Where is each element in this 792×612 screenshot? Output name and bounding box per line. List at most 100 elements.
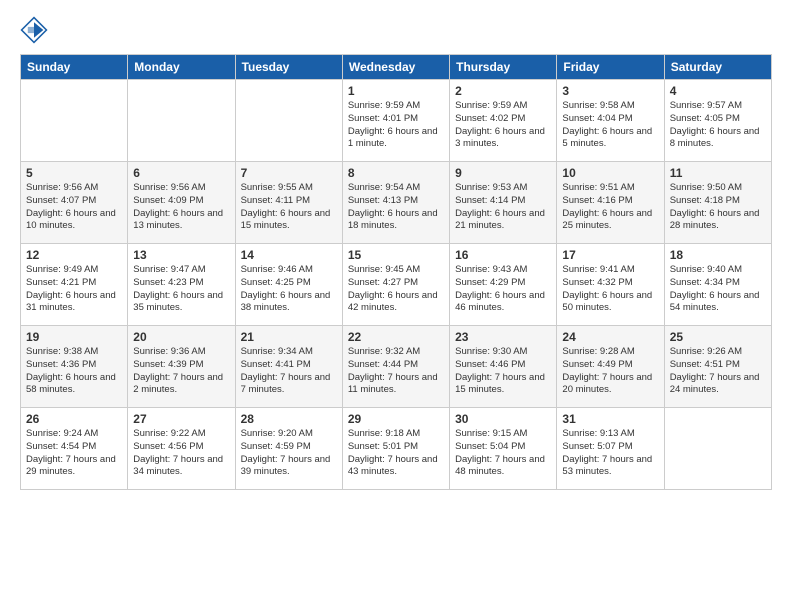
day-header-saturday: Saturday <box>664 55 771 80</box>
calendar-week-4: 19Sunrise: 9:38 AM Sunset: 4:36 PM Dayli… <box>21 326 772 408</box>
day-info: Sunrise: 9:58 AM Sunset: 4:04 PM Dayligh… <box>562 100 658 151</box>
day-number: 10 <box>562 166 658 180</box>
calendar-week-2: 5 Sunrise: 9:56 AM Sunset: 4:07 PM Daylig… <box>21 162 772 244</box>
day-info: Sunrise: 9:59 AM Sunset: 4:02 PM Dayligh… <box>455 100 551 151</box>
day-info: Sunrise: 9:30 AM Sunset: 4:46 PM Dayligh… <box>455 346 551 397</box>
day-info: Sunrise: 9:24 AM Sunset: 4:54 PM Dayligh… <box>26 428 122 479</box>
day-number: 7 <box>241 166 337 180</box>
calendar-cell: 13 Sunrise: 9:47 AM Sunset: 4:23 PM Dayli… <box>128 244 235 326</box>
day-number: 2 <box>455 84 551 98</box>
calendar-cell: 30 Sunrise: 9:15 AM Sunset: 5:04 PM Dayli… <box>450 408 557 490</box>
day-info: Sunrise: 9:15 AM Sunset: 5:04 PM Dayligh… <box>455 428 551 479</box>
day-info: Sunrise: 9:56 AM Sunset: 4:07 PM Dayligh… <box>26 182 122 233</box>
header-row-days: SundayMondayTuesdayWednesdayThursdayFrid… <box>21 55 772 80</box>
day-header-monday: Monday <box>128 55 235 80</box>
day-info: Sunrise: 9:54 AM Sunset: 4:13 PM Dayligh… <box>348 182 444 233</box>
day-number: 6 <box>133 166 229 180</box>
day-info: Sunrise: 9:50 AM Sunset: 4:18 PM Dayligh… <box>670 182 766 233</box>
calendar-cell <box>128 80 235 162</box>
calendar-cell: 18 Sunrise: 9:40 AM Sunset: 4:34 PM Dayli… <box>664 244 771 326</box>
day-info: Sunrise: 9:40 AM Sunset: 4:34 PM Dayligh… <box>670 264 766 315</box>
calendar-cell: 27Sunrise: 9:22 AM Sunset: 4:56 PM Dayli… <box>128 408 235 490</box>
day-number: 22 <box>348 330 444 344</box>
calendar-cell: 23Sunrise: 9:30 AM Sunset: 4:46 PM Dayli… <box>450 326 557 408</box>
day-header-wednesday: Wednesday <box>342 55 449 80</box>
day-info: Sunrise: 9:36 AM Sunset: 4:39 PM Dayligh… <box>133 346 229 397</box>
day-number: 9 <box>455 166 551 180</box>
calendar-cell: 12 Sunrise: 9:49 AM Sunset: 4:21 PM Dayli… <box>21 244 128 326</box>
day-info: Sunrise: 9:43 AM Sunset: 4:29 PM Dayligh… <box>455 264 551 315</box>
day-info: Sunrise: 9:34 AM Sunset: 4:41 PM Dayligh… <box>241 346 337 397</box>
calendar-table: SundayMondayTuesdayWednesdayThursdayFrid… <box>20 54 772 490</box>
day-info: Sunrise: 9:13 AM Sunset: 5:07 PM Dayligh… <box>562 428 658 479</box>
day-header-tuesday: Tuesday <box>235 55 342 80</box>
calendar-cell: 20Sunrise: 9:36 AM Sunset: 4:39 PM Dayli… <box>128 326 235 408</box>
day-number: 5 <box>26 166 122 180</box>
day-info: Sunrise: 9:28 AM Sunset: 4:49 PM Dayligh… <box>562 346 658 397</box>
day-number: 13 <box>133 248 229 262</box>
day-number: 14 <box>241 248 337 262</box>
day-number: 1 <box>348 84 444 98</box>
calendar-cell: 2 Sunrise: 9:59 AM Sunset: 4:02 PM Daylig… <box>450 80 557 162</box>
calendar-cell: 29 Sunrise: 9:18 AM Sunset: 5:01 PM Dayli… <box>342 408 449 490</box>
calendar-cell: 25Sunrise: 9:26 AM Sunset: 4:51 PM Dayli… <box>664 326 771 408</box>
day-number: 28 <box>241 412 337 426</box>
calendar-cell: 3 Sunrise: 9:58 AM Sunset: 4:04 PM Daylig… <box>557 80 664 162</box>
day-info: Sunrise: 9:26 AM Sunset: 4:51 PM Dayligh… <box>670 346 766 397</box>
day-info: Sunrise: 9:53 AM Sunset: 4:14 PM Dayligh… <box>455 182 551 233</box>
calendar-cell: 14 Sunrise: 9:46 AM Sunset: 4:25 PM Dayli… <box>235 244 342 326</box>
logo <box>20 16 52 44</box>
day-info: Sunrise: 9:57 AM Sunset: 4:05 PM Dayligh… <box>670 100 766 151</box>
day-header-friday: Friday <box>557 55 664 80</box>
calendar-cell: 24 Sunrise: 9:28 AM Sunset: 4:49 PM Dayli… <box>557 326 664 408</box>
day-number: 18 <box>670 248 766 262</box>
day-info: Sunrise: 9:59 AM Sunset: 4:01 PM Dayligh… <box>348 100 444 151</box>
day-number: 8 <box>348 166 444 180</box>
calendar-week-3: 12 Sunrise: 9:49 AM Sunset: 4:21 PM Dayli… <box>21 244 772 326</box>
day-number: 29 <box>348 412 444 426</box>
day-info: Sunrise: 9:32 AM Sunset: 4:44 PM Dayligh… <box>348 346 444 397</box>
day-info: Sunrise: 9:51 AM Sunset: 4:16 PM Dayligh… <box>562 182 658 233</box>
day-info: Sunrise: 9:38 AM Sunset: 4:36 PM Dayligh… <box>26 346 122 397</box>
calendar-cell: 5 Sunrise: 9:56 AM Sunset: 4:07 PM Daylig… <box>21 162 128 244</box>
day-number: 3 <box>562 84 658 98</box>
day-info: Sunrise: 9:47 AM Sunset: 4:23 PM Dayligh… <box>133 264 229 315</box>
calendar-cell: 17Sunrise: 9:41 AM Sunset: 4:32 PM Dayli… <box>557 244 664 326</box>
calendar-cell <box>21 80 128 162</box>
day-number: 15 <box>348 248 444 262</box>
day-number: 30 <box>455 412 551 426</box>
calendar-week-1: 1 Sunrise: 9:59 AM Sunset: 4:01 PM Daylig… <box>21 80 772 162</box>
calendar-cell <box>235 80 342 162</box>
calendar-cell: 28 Sunrise: 9:20 AM Sunset: 4:59 PM Dayli… <box>235 408 342 490</box>
calendar-header: SundayMondayTuesdayWednesdayThursdayFrid… <box>21 55 772 80</box>
calendar-cell: 22 Sunrise: 9:32 AM Sunset: 4:44 PM Dayli… <box>342 326 449 408</box>
day-info: Sunrise: 9:46 AM Sunset: 4:25 PM Dayligh… <box>241 264 337 315</box>
day-number: 12 <box>26 248 122 262</box>
calendar-cell: 4Sunrise: 9:57 AM Sunset: 4:05 PM Daylig… <box>664 80 771 162</box>
day-info: Sunrise: 9:20 AM Sunset: 4:59 PM Dayligh… <box>241 428 337 479</box>
day-info: Sunrise: 9:55 AM Sunset: 4:11 PM Dayligh… <box>241 182 337 233</box>
calendar-cell <box>664 408 771 490</box>
day-info: Sunrise: 9:45 AM Sunset: 4:27 PM Dayligh… <box>348 264 444 315</box>
day-header-sunday: Sunday <box>21 55 128 80</box>
header-row <box>20 16 772 44</box>
day-info: Sunrise: 9:56 AM Sunset: 4:09 PM Dayligh… <box>133 182 229 233</box>
calendar-cell: 16Sunrise: 9:43 AM Sunset: 4:29 PM Dayli… <box>450 244 557 326</box>
calendar-cell: 26 Sunrise: 9:24 AM Sunset: 4:54 PM Dayli… <box>21 408 128 490</box>
day-number: 27 <box>133 412 229 426</box>
logo-icon <box>20 16 48 44</box>
calendar-cell: 11 Sunrise: 9:50 AM Sunset: 4:18 PM Dayli… <box>664 162 771 244</box>
day-number: 21 <box>241 330 337 344</box>
day-info: Sunrise: 9:18 AM Sunset: 5:01 PM Dayligh… <box>348 428 444 479</box>
day-number: 24 <box>562 330 658 344</box>
day-number: 11 <box>670 166 766 180</box>
calendar-cell: 10 Sunrise: 9:51 AM Sunset: 4:16 PM Dayli… <box>557 162 664 244</box>
day-header-thursday: Thursday <box>450 55 557 80</box>
calendar-cell: 6 Sunrise: 9:56 AM Sunset: 4:09 PM Daylig… <box>128 162 235 244</box>
calendar-cell: 9 Sunrise: 9:53 AM Sunset: 4:14 PM Daylig… <box>450 162 557 244</box>
calendar-cell: 31Sunrise: 9:13 AM Sunset: 5:07 PM Dayli… <box>557 408 664 490</box>
day-info: Sunrise: 9:49 AM Sunset: 4:21 PM Dayligh… <box>26 264 122 315</box>
calendar-cell: 19Sunrise: 9:38 AM Sunset: 4:36 PM Dayli… <box>21 326 128 408</box>
calendar-cell: 21 Sunrise: 9:34 AM Sunset: 4:41 PM Dayli… <box>235 326 342 408</box>
day-number: 26 <box>26 412 122 426</box>
